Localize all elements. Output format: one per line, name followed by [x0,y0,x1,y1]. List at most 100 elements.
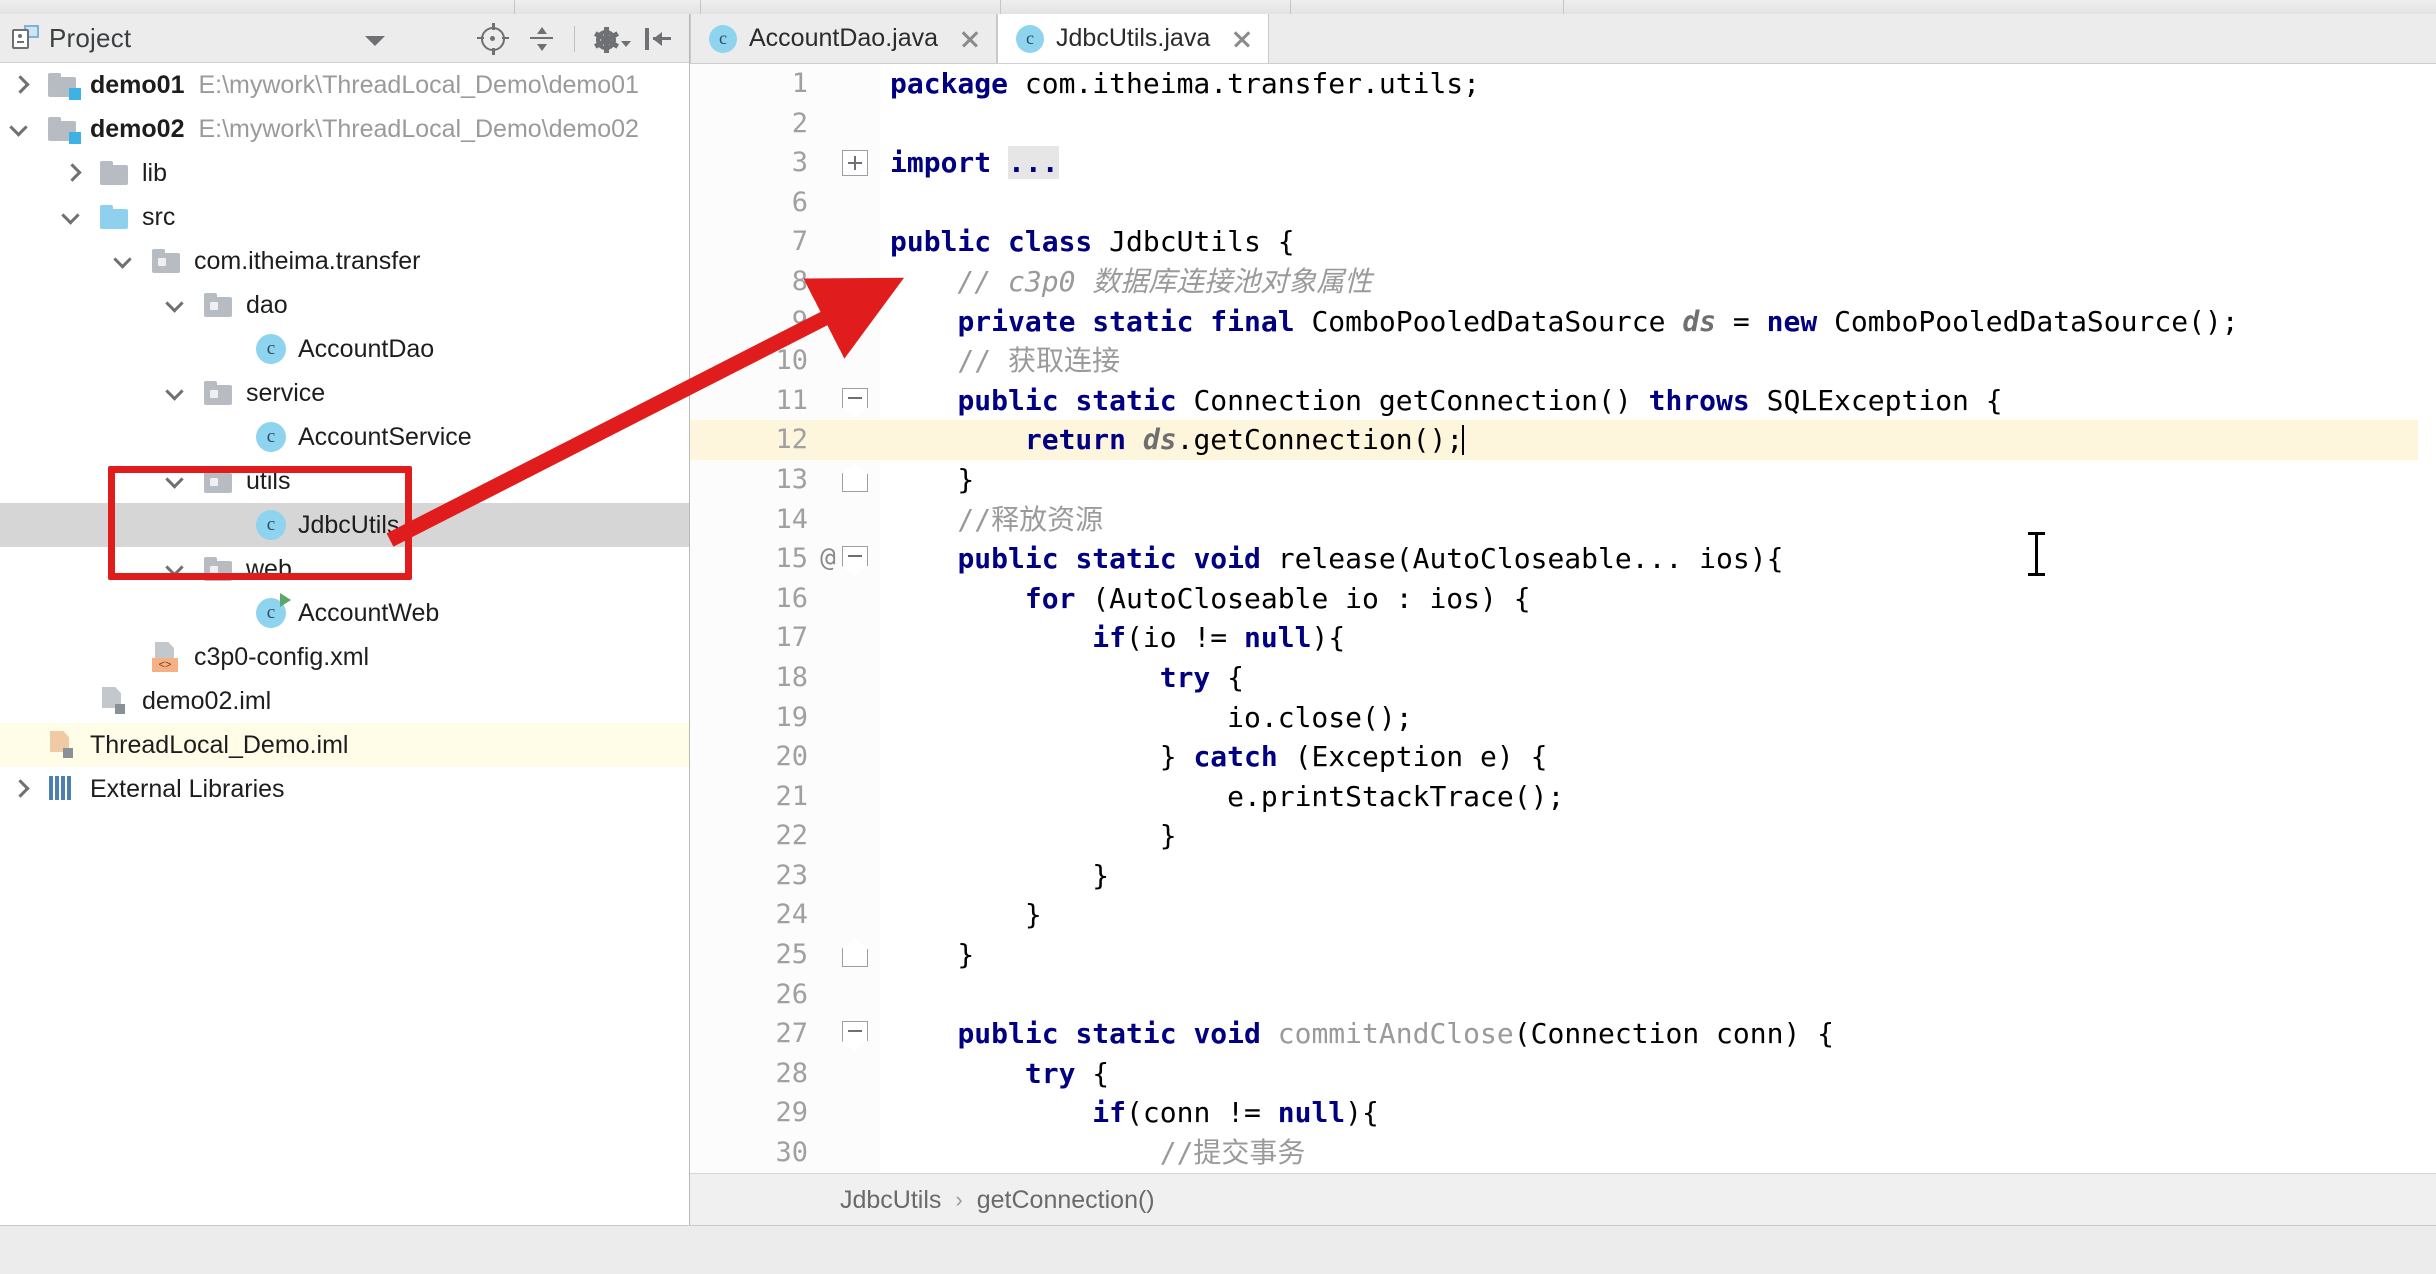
tree-item-service[interactable]: service [0,371,689,415]
chevron-down-icon[interactable] [8,118,30,140]
code-line[interactable]: 3 import ... [690,143,2436,183]
code-line[interactable]: 7 public class JdbcUtils { [690,222,2436,262]
tree-item-demo02[interactable]: demo02 E:\mywork\ThreadLocal_Demo\demo02 [0,107,689,151]
tree-item-dao[interactable]: dao [0,283,689,327]
chevron-down-icon[interactable] [60,206,82,228]
hide-icon[interactable] [633,19,679,59]
editor-tab-label: JdbcUtils.java [1056,24,1211,52]
code-line[interactable]: 20 } catch (Exception e) { [690,737,2436,777]
fold-marker-icon[interactable] [842,949,868,968]
fold-marker-icon[interactable] [842,546,868,567]
package-icon [204,557,234,581]
code-text: } [890,819,1177,853]
line-number: 6 [791,186,808,218]
chevron-down-icon[interactable] [164,558,186,580]
code-lines[interactable]: 1 package com.itheima.transfer.utils; 2 3 im… [690,64,2436,1173]
tree-item-accountweb[interactable]: c AccountWeb [0,591,689,635]
code-line[interactable]: 28 try { [690,1054,2436,1094]
breadcrumb-class[interactable]: JdbcUtils [840,1186,941,1215]
fold-marker-icon[interactable] [842,1021,868,1042]
project-tree[interactable]: demo01 E:\mywork\ThreadLocal_Demo\demo01 d… [0,63,689,1226]
override-gutter-icon[interactable]: @ [815,539,841,579]
tree-item-label: web [246,554,292,583]
editor-tab-jdbcutils-java[interactable]: c JdbcUtils.java [997,14,1270,63]
code-line[interactable]: 8 // c3p0 数据库连接池对象属性 [690,262,2436,302]
line-number: 29 [775,1097,808,1129]
code-line[interactable]: 18 try { [690,658,2436,698]
code-line[interactable]: 30 //提交事务 [690,1133,2436,1173]
breadcrumb[interactable]: JdbcUtils › getConnection() [690,1173,2436,1226]
tree-item-accountdao[interactable]: c AccountDao [0,327,689,371]
code-line[interactable]: 25 } [690,935,2436,975]
locate-icon[interactable] [470,19,516,59]
tree-item-threadlocal-demo-iml[interactable]: ThreadLocal_Demo.iml [0,723,689,767]
editor-scrollbar[interactable] [2418,128,2436,1103]
tree-item-accountservice[interactable]: c AccountService [0,415,689,459]
chevron-down-icon[interactable] [164,294,186,316]
window-top-strip [0,0,2436,14]
java-class-icon: c [709,24,737,53]
fold-marker-icon[interactable] [842,150,868,177]
chevron-down-icon[interactable] [164,382,186,404]
code-text: } [890,938,975,972]
tree-item-path: E:\mywork\ThreadLocal_Demo\demo01 [198,70,639,99]
chevron-right-icon[interactable] [8,778,30,800]
code-line[interactable]: 1 package com.itheima.transfer.utils; [690,64,2436,104]
code-line[interactable]: 19 io.close(); [690,698,2436,738]
tree-item-utils[interactable]: utils [0,459,689,503]
xml-file-icon: <> [152,642,180,672]
tree-item-label: External Libraries [90,774,285,803]
tree-item-web[interactable]: web [0,547,689,591]
code-line[interactable]: 24 } [690,895,2436,935]
code-line[interactable]: 29 if(conn != null){ [690,1093,2436,1133]
chevron-right-icon[interactable] [60,162,82,184]
code-line[interactable]: 15 @ public static void release(AutoClose… [690,539,2436,579]
tree-item-demo02-iml[interactable]: demo02.iml [0,679,689,723]
code-line[interactable]: 16 for (AutoCloseable io : ios) { [690,579,2436,619]
gear-chevron-down-icon[interactable] [621,40,631,47]
project-icon [12,25,40,51]
chevron-down-icon[interactable] [164,470,186,492]
code-line[interactable]: 12 return ds.getConnection(); [690,420,2436,460]
code-line[interactable]: 13 } [690,460,2436,500]
close-icon[interactable] [960,29,980,49]
code-line[interactable]: 27 public static void commitAndClose(Con… [690,1014,2436,1054]
code-line[interactable]: 14 //释放资源 [690,500,2436,540]
tree-item-label: demo01 [90,70,185,99]
code-line[interactable]: 9 private static final ComboPooledDataSo… [690,302,2436,342]
editor-tab-label: AccountDao.java [749,24,939,52]
tree-item-lib[interactable]: lib [0,151,689,195]
close-icon[interactable] [1232,29,1252,49]
tree-item-demo01[interactable]: demo01 E:\mywork\ThreadLocal_Demo\demo01 [0,63,689,107]
tree-item-com-itheima-transfer[interactable]: com.itheima.transfer [0,239,689,283]
chevron-down-icon[interactable] [112,250,134,272]
editor-tab-accountdao-java[interactable]: c AccountDao.java [690,14,998,63]
libraries-icon [48,776,74,802]
tree-item-c3p0-config-xml[interactable]: <> c3p0-config.xml [0,635,689,679]
code-text: // 获取连接 [890,344,1121,378]
code-line[interactable]: 21 e.printStackTrace(); [690,777,2436,817]
fold-marker-icon[interactable] [842,387,868,408]
tree-item-src[interactable]: src [0,195,689,239]
fold-marker-icon[interactable] [842,473,868,492]
line-number: 7 [791,226,808,258]
breadcrumb-member[interactable]: getConnection() [977,1186,1155,1215]
settings-gear-icon[interactable] [585,19,631,59]
collapse-all-icon[interactable] [518,19,564,59]
code-line[interactable]: 2 [690,104,2436,144]
editor-tab-bar: c AccountDao.java c JdbcUtils.java [690,14,2436,64]
tree-item-external-libraries[interactable]: External Libraries [0,767,689,811]
tree-item-label: c3p0-config.xml [194,642,370,671]
code-line[interactable]: 23 } [690,856,2436,896]
code-line[interactable]: 26 [690,975,2436,1015]
code-line[interactable]: 10 // 获取连接 [690,341,2436,381]
chevron-down-icon[interactable] [365,36,385,46]
code-editor[interactable]: 1 package com.itheima.transfer.utils; 2 3 im… [690,64,2436,1173]
tree-item-jdbcutils[interactable]: c JdbcUtils [0,503,689,547]
code-line[interactable]: 22 } [690,816,2436,856]
code-line[interactable]: 17 if(io != null){ [690,618,2436,658]
code-line[interactable]: 11 public static Connection getConnectio… [690,381,2436,421]
java-class-icon: c [1016,24,1045,53]
code-line[interactable]: 6 [690,183,2436,223]
chevron-right-icon[interactable] [8,74,30,96]
